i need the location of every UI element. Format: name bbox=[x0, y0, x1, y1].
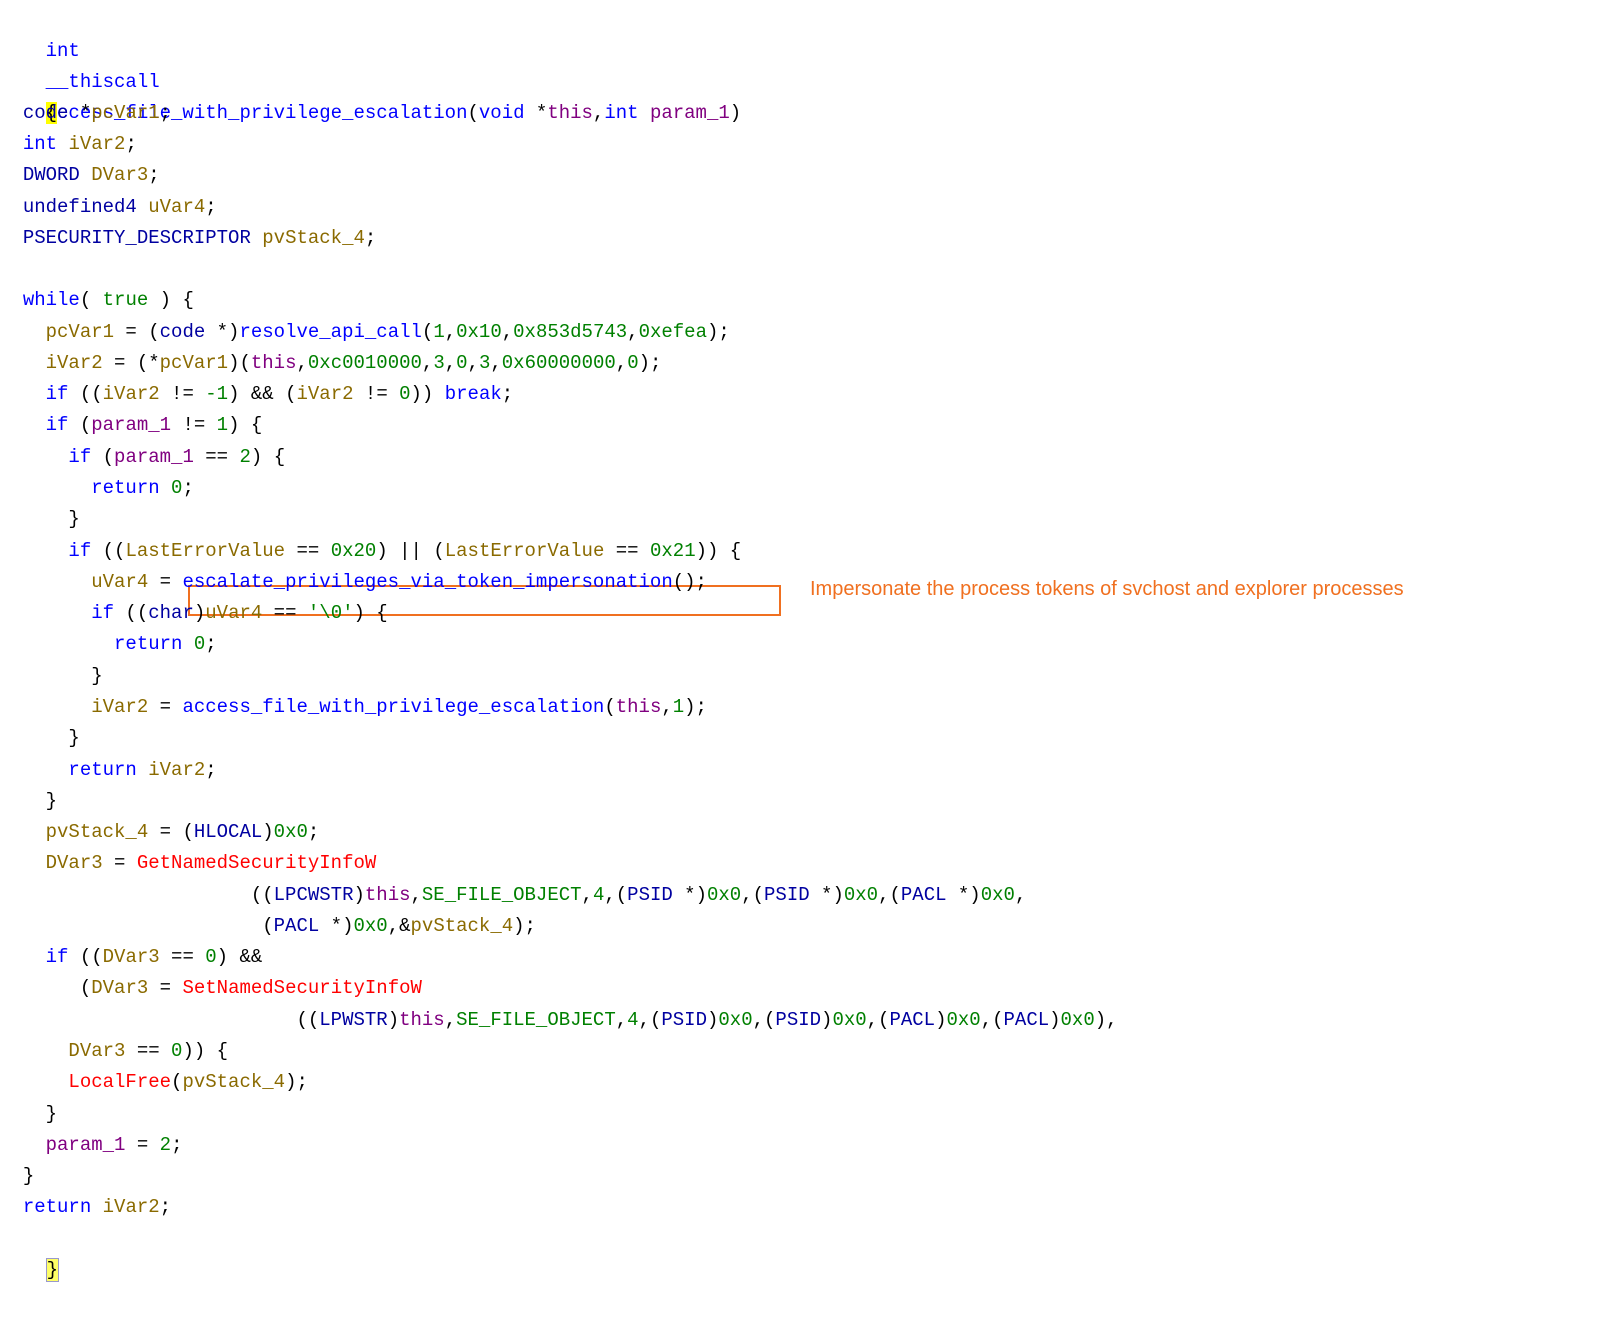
decompiler-code-view[interactable]: int __thiscall access_file_with_privileg… bbox=[0, 0, 1600, 1295]
code-line-close-brace[interactable]: } bbox=[0, 786, 57, 817]
token-brace-close: } bbox=[45, 1258, 60, 1282]
code-line-decl[interactable]: PSECURITY_DESCRIPTOR pvStack_4; bbox=[0, 223, 376, 254]
code-line-ivar2-call[interactable]: iVar2 = (*pcVar1)(this,0xc0010000,3,0,3,… bbox=[0, 348, 662, 379]
annotation-note: Impersonate the process tokens of svchos… bbox=[810, 578, 1404, 600]
code-line-localfree[interactable]: LocalFree(pvStack_4); bbox=[0, 1067, 307, 1098]
code-line-decl[interactable]: DWORD DVar3; bbox=[0, 160, 160, 191]
token-return-type: int bbox=[45, 40, 80, 62]
code-line-pvstack[interactable]: pvStack_4 = (HLOCAL)0x0; bbox=[0, 817, 320, 848]
code-line-decl[interactable]: code *pcVar1; bbox=[0, 98, 171, 129]
code-line-final-return[interactable]: return iVar2; bbox=[0, 1192, 171, 1223]
code-line-if-break[interactable]: if ((iVar2 != -1) && (iVar2 != 0)) break… bbox=[0, 379, 514, 410]
code-line-return-ivar2[interactable]: return iVar2; bbox=[0, 755, 216, 786]
code-line-if-char[interactable]: if ((char)uVar4 == '\0') { bbox=[0, 598, 388, 629]
code-line-close-brace[interactable]: } bbox=[0, 1099, 57, 1130]
code-line-brace-open[interactable]: { bbox=[0, 67, 58, 124]
code-line-get-args-2[interactable]: (PACL *)0x0,&pvStack_4); bbox=[0, 911, 536, 942]
code-line-close-brace[interactable]: } bbox=[0, 504, 79, 535]
code-line-set-args[interactable]: ((LPWSTR)this,SE_FILE_OBJECT,4,(PSID)0x0… bbox=[0, 1005, 1117, 1036]
code-line-dvar3-get[interactable]: DVar3 = GetNamedSecurityInfoW bbox=[0, 848, 377, 879]
token-this[interactable]: this bbox=[547, 102, 593, 124]
code-line-decl[interactable]: int iVar2; bbox=[0, 129, 137, 160]
code-line-return-0[interactable]: return 0; bbox=[0, 629, 217, 660]
code-line-while[interactable]: while( true ) { bbox=[0, 285, 194, 316]
code-line-if-param2[interactable]: if (param_1 == 2) { bbox=[0, 442, 285, 473]
code-line-get-args-1[interactable]: ((LPCWSTR)this,SE_FILE_OBJECT,4,(PSID *)… bbox=[0, 880, 1027, 911]
code-line-pcvar1[interactable]: pcVar1 = (code *)resolve_api_call(1,0x10… bbox=[0, 317, 730, 348]
code-line-close-brace[interactable]: } bbox=[0, 723, 79, 754]
code-line-if-param1[interactable]: if (param_1 != 1) { bbox=[0, 410, 263, 441]
token-calling-convention: __thiscall bbox=[45, 71, 160, 93]
code-line-decl[interactable]: undefined4 uVar4; bbox=[0, 192, 217, 223]
code-line-close-brace[interactable]: } bbox=[0, 661, 102, 692]
code-line-param-assign[interactable]: param_1 = 2; bbox=[0, 1130, 183, 1161]
code-line-dvar3-eq[interactable]: DVar3 == 0)) { bbox=[0, 1036, 228, 1067]
code-line-brace-close[interactable]: } bbox=[0, 1224, 60, 1282]
token-param[interactable]: param_1 bbox=[650, 102, 730, 124]
code-line-if-lasterror[interactable]: if ((LastErrorValue == 0x20) || (LastErr… bbox=[0, 536, 741, 567]
code-line-ivar2-recurse[interactable]: iVar2 = access_file_with_privilege_escal… bbox=[0, 692, 707, 723]
token-escalate-privileges-call[interactable]: escalate_privileges_via_token_impersonat… bbox=[182, 571, 672, 593]
code-line-uvar4[interactable]: uVar4 = escalate_privileges_via_token_im… bbox=[0, 567, 707, 598]
code-line-signature[interactable]: int __thiscall access_file_with_privileg… bbox=[0, 5, 742, 124]
code-line-if-dvar3[interactable]: if ((DVar3 == 0) && bbox=[0, 942, 263, 973]
code-line-close-brace[interactable]: } bbox=[0, 1161, 34, 1192]
code-line-dvar3-set[interactable]: (DVar3 = SetNamedSecurityInfoW bbox=[0, 973, 422, 1004]
code-line-return-0[interactable]: return 0; bbox=[0, 473, 194, 504]
